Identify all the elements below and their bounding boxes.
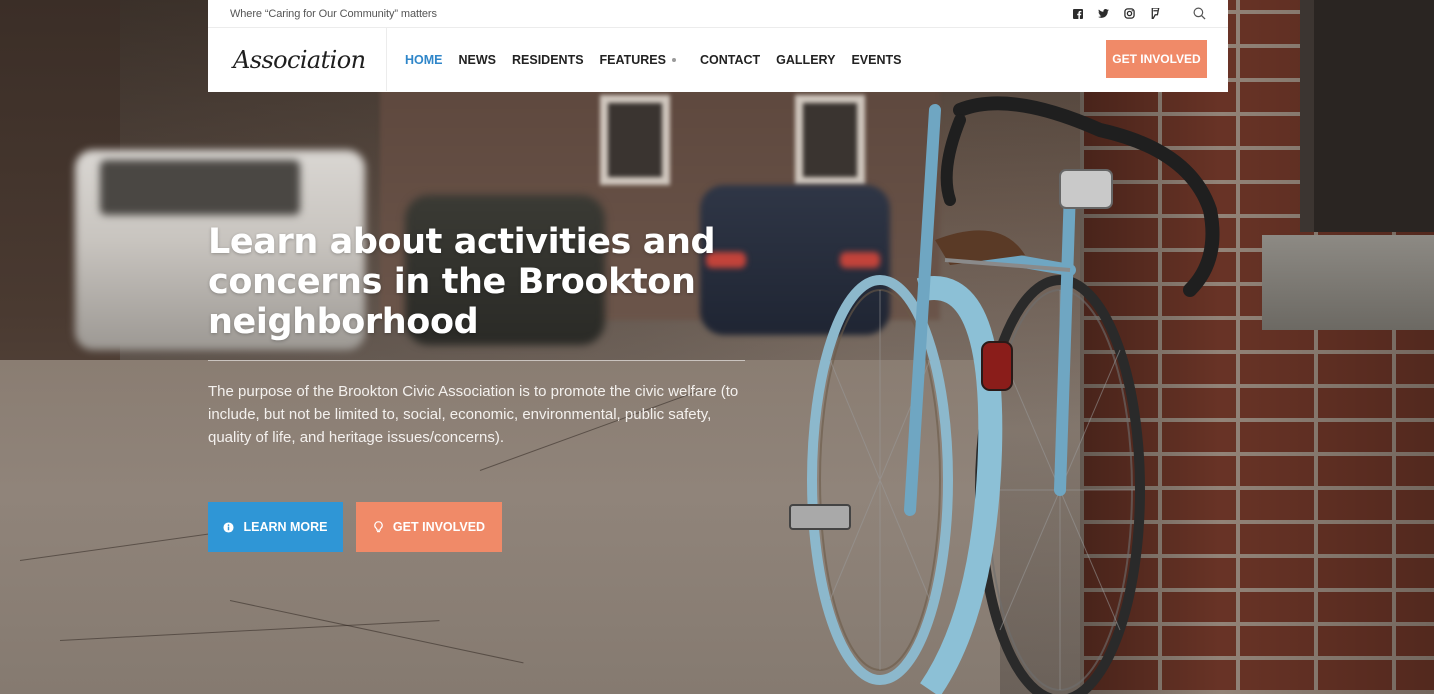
nav-item-contact[interactable]: CONTACT: [700, 53, 760, 67]
nav-item-residents[interactable]: RESIDENTS: [512, 53, 584, 67]
hero-title: Learn about activities and concerns in t…: [208, 222, 716, 342]
hero-content: Learn about activities and concerns in t…: [208, 222, 748, 449]
facebook-icon[interactable]: [1072, 8, 1083, 19]
nav-item-gallery[interactable]: GALLERY: [776, 53, 835, 67]
header-get-involved-button[interactable]: GET INVOLVED: [1106, 40, 1207, 78]
bicycle-illustration: [789, 96, 1220, 694]
foursquare-icon[interactable]: [1150, 8, 1161, 19]
site-header: Where “Caring for Our Community” matters…: [208, 0, 1228, 92]
hero-get-involved-button[interactable]: GET INVOLVED: [356, 502, 502, 552]
site-tagline: Where “Caring for Our Community” matters: [230, 7, 437, 20]
nav-item-home[interactable]: HOME: [405, 53, 443, 67]
nav-item-news[interactable]: NEWS: [459, 53, 497, 67]
hero-divider: [208, 360, 745, 361]
get-involved-label: GET INVOLVED: [392, 520, 486, 534]
info-icon: [223, 521, 235, 533]
hero-buttons: LEARN MORE GET INVOLVED: [208, 502, 502, 552]
bg-window-sill: [1262, 235, 1434, 330]
learn-more-button[interactable]: LEARN MORE: [208, 502, 343, 552]
nav-menu: HOME NEWS RESIDENTS FEATURES CONTACT GAL…: [405, 53, 901, 67]
twitter-icon[interactable]: [1098, 8, 1109, 19]
search-icon[interactable]: [1192, 7, 1206, 21]
bg-window: [600, 95, 670, 185]
hero-description: The purpose of the Brookton Civic Associ…: [208, 383, 739, 446]
nav-item-features-label: FEATURES: [599, 52, 666, 67]
site-logo[interactable]: Association: [208, 28, 387, 91]
main-navigation: Association HOME NEWS RESIDENTS FEATURES…: [208, 28, 1228, 91]
nav-item-features[interactable]: FEATURES: [600, 53, 684, 67]
nav-item-events[interactable]: EVENTS: [851, 53, 901, 67]
bg-window: [1300, 0, 1434, 232]
instagram-icon[interactable]: [1124, 8, 1135, 19]
top-bar: Where “Caring for Our Community” matters: [208, 0, 1228, 28]
bg-truck-window: [100, 160, 300, 215]
dropdown-indicator-icon: [671, 57, 676, 62]
learn-more-label: LEARN MORE: [243, 520, 328, 534]
social-icons: [1072, 7, 1206, 21]
lightbulb-icon: [373, 521, 384, 533]
